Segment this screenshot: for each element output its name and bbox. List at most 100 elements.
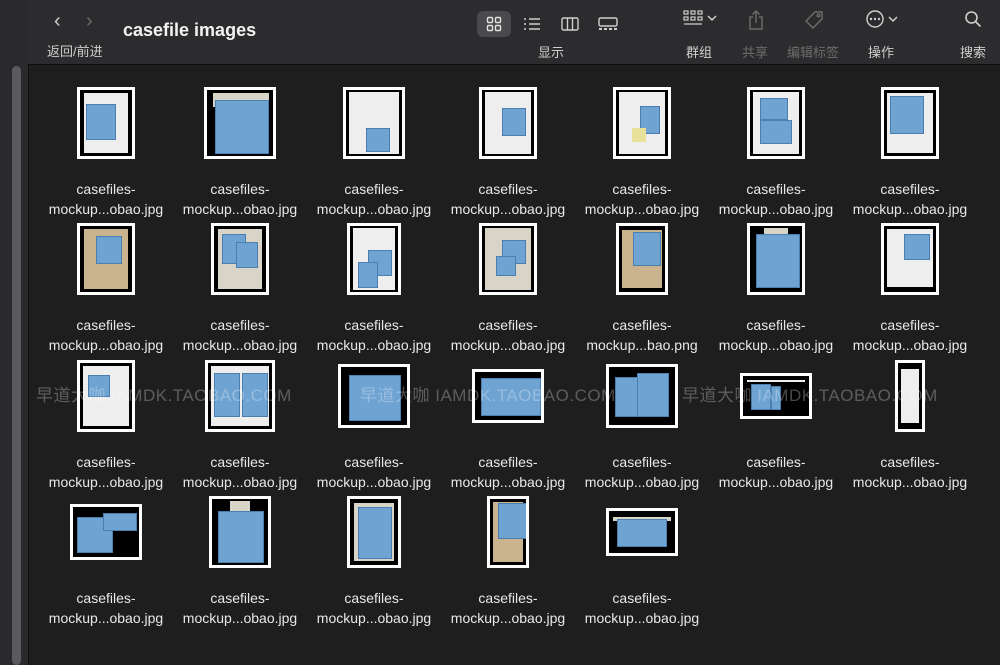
share-icon — [749, 10, 763, 30]
file-name: casefiles-mockup...obao.jpg — [852, 454, 968, 490]
file-name: casefiles-mockup...obao.jpg — [182, 181, 298, 217]
columns-icon — [561, 17, 579, 31]
toolbar: ‹ › 返回/前进 casefile images 显示 群组 共享 编辑标签 … — [28, 0, 1000, 65]
file-name: casefiles-mockup...obao.jpg — [450, 317, 566, 353]
file-item[interactable]: casefiles-mockup...obao.jpg — [843, 214, 977, 353]
scrollbar-thumb[interactable] — [12, 66, 21, 665]
file-item[interactable]: casefiles-mockup...obao.jpg — [575, 487, 709, 626]
search-label: 搜索 — [960, 45, 987, 60]
group-button[interactable] — [683, 10, 717, 26]
chevron-down-icon — [888, 16, 898, 23]
file-name: casefiles-mockup...obao.jpg — [316, 317, 432, 353]
file-item[interactable]: casefiles-mockup...obao.jpg — [39, 214, 173, 353]
file-name: casefiles-mockup...bao.png — [586, 317, 698, 353]
file-name: casefiles-mockup...obao.jpg — [450, 590, 566, 626]
file-grid: casefiles-mockup...obao.jpg casefiles-mo… — [28, 65, 1000, 665]
file-item[interactable]: casefiles-mockup...obao.jpg — [307, 78, 441, 217]
file-item[interactable]: casefiles-mockup...obao.jpg — [709, 214, 843, 353]
nav-label: 返回/前进 — [47, 44, 103, 59]
tag-icon — [805, 11, 823, 29]
file-item[interactable]: casefiles-mockup...obao.jpg — [39, 487, 173, 626]
file-name: casefiles-mockup...obao.jpg — [316, 454, 432, 490]
tags-label: 编辑标签 — [787, 45, 840, 60]
group-grid-icon — [683, 10, 703, 25]
watermark: 早道大咖 IAMDK.TAOBAO.COM — [36, 386, 292, 405]
file-item[interactable]: casefiles-mockup...obao.jpg — [441, 351, 575, 490]
more-icon — [866, 10, 884, 28]
file-thumbnail — [487, 496, 529, 568]
file-thumbnail — [204, 87, 276, 159]
file-thumbnail — [77, 223, 135, 295]
file-item[interactable]: casefiles-mockup...obao.jpg — [441, 78, 575, 217]
file-item[interactable]: casefiles-mockup...obao.jpg — [307, 351, 441, 490]
file-item[interactable]: casefiles-mockup...obao.jpg — [173, 214, 307, 353]
column-view-button[interactable] — [553, 11, 587, 37]
file-thumbnail — [479, 223, 537, 295]
file-item[interactable]: casefiles-mockup...obao.jpg — [441, 487, 575, 626]
file-name: casefiles-mockup...obao.jpg — [450, 181, 566, 217]
tags-button[interactable] — [804, 10, 824, 30]
file-item[interactable]: casefiles-mockup...obao.jpg — [39, 78, 173, 217]
file-thumbnail — [209, 496, 271, 568]
file-item[interactable]: casefiles-mockup...obao.jpg — [709, 78, 843, 217]
share-label: 共享 — [742, 45, 769, 60]
file-thumbnail — [616, 223, 668, 295]
file-thumbnail — [211, 223, 269, 295]
file-name: casefiles-mockup...obao.jpg — [718, 454, 834, 490]
window-title: casefile images — [123, 20, 257, 40]
search-button[interactable] — [964, 10, 982, 28]
watermark: 早道大咖 IAMDK.TAOBAO.COM — [682, 386, 938, 405]
file-name: casefiles-mockup...obao.jpg — [48, 454, 164, 490]
file-name: casefiles-mockup...obao.jpg — [450, 454, 566, 490]
share-button[interactable] — [748, 10, 764, 30]
file-item[interactable]: casefiles-mockup...obao.jpg — [307, 487, 441, 626]
file-name: casefiles-mockup...obao.jpg — [718, 181, 834, 217]
file-item[interactable]: casefiles-mockup...obao.jpg — [709, 351, 843, 490]
list-icon — [524, 18, 540, 30]
file-item[interactable]: casefiles-mockup...obao.jpg — [173, 351, 307, 490]
chevron-down-icon — [707, 15, 717, 22]
file-thumbnail — [343, 87, 405, 159]
file-name: casefiles-mockup...obao.jpg — [48, 181, 164, 217]
file-name: casefiles-mockup...obao.jpg — [316, 181, 432, 217]
file-item[interactable]: casefiles-mockup...obao.jpg — [173, 78, 307, 217]
file-name: casefiles-mockup...obao.jpg — [48, 317, 164, 353]
file-item[interactable]: casefiles-mockup...obao.jpg — [39, 351, 173, 490]
gallery-view-button[interactable] — [591, 11, 625, 37]
file-thumbnail — [77, 87, 135, 159]
sidebar-edge — [0, 0, 29, 665]
file-item[interactable]: casefiles-mockup...obao.jpg — [575, 78, 709, 217]
file-thumbnail — [606, 364, 678, 428]
file-thumbnail — [347, 223, 401, 295]
action-button[interactable] — [866, 10, 898, 28]
file-item[interactable]: casefiles-mockup...bao.png — [575, 214, 709, 353]
file-thumbnail — [70, 504, 142, 560]
file-name: casefiles-mockup...obao.jpg — [182, 454, 298, 490]
file-thumbnail — [479, 87, 537, 159]
file-name: casefiles-mockup...obao.jpg — [718, 317, 834, 353]
file-thumbnail — [613, 87, 671, 159]
file-thumbnail — [747, 87, 805, 159]
file-thumbnail — [747, 223, 805, 295]
file-thumbnail — [606, 508, 678, 556]
search-icon — [965, 11, 982, 28]
icon-view-button[interactable] — [477, 11, 511, 37]
file-item[interactable]: casefiles-mockup...obao.jpg — [307, 214, 441, 353]
file-thumbnail — [881, 87, 939, 159]
file-item[interactable]: casefiles-mockup...obao.jpg — [441, 214, 575, 353]
file-name: casefiles-mockup...obao.jpg — [48, 590, 164, 626]
action-label: 操作 — [868, 45, 895, 60]
file-name: casefiles-mockup...obao.jpg — [182, 590, 298, 626]
file-name: casefiles-mockup...obao.jpg — [584, 590, 700, 626]
gallery-icon — [598, 17, 618, 30]
list-view-button[interactable] — [515, 11, 549, 37]
forward-button[interactable]: › — [86, 10, 93, 33]
file-name: casefiles-mockup...obao.jpg — [852, 317, 968, 353]
group-label: 群组 — [686, 45, 713, 60]
file-item[interactable]: casefiles-mockup...obao.jpg — [843, 351, 977, 490]
back-button[interactable]: ‹ — [54, 10, 61, 33]
file-item[interactable]: casefiles-mockup...obao.jpg — [843, 78, 977, 217]
view-label: 显示 — [538, 45, 565, 60]
file-item[interactable]: casefiles-mockup...obao.jpg — [575, 351, 709, 490]
file-item[interactable]: casefiles-mockup...obao.jpg — [173, 487, 307, 626]
